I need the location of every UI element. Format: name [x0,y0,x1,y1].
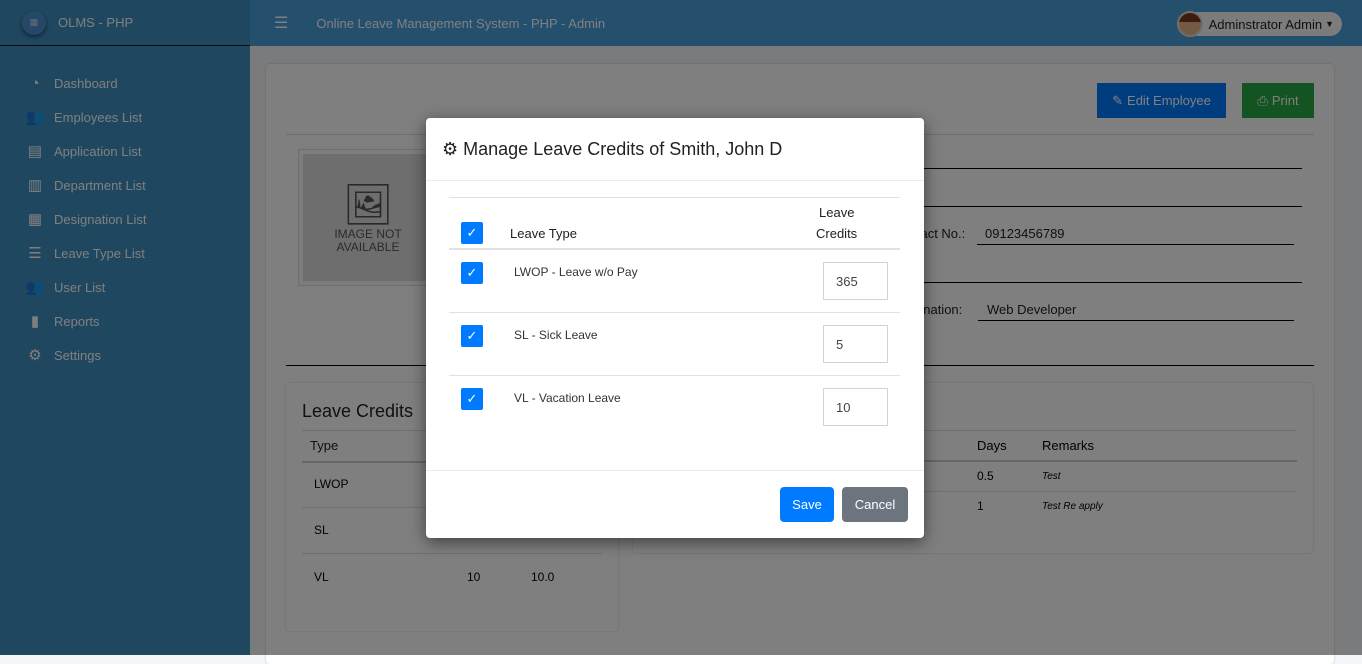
leave-type-name: VL - Vacation Leave [514,391,621,405]
cancel-button[interactable]: Cancel [842,487,908,522]
leave-type-checkbox[interactable]: ✓ [461,262,483,284]
leave-credits-input[interactable]: 10 [823,388,888,426]
column-header-leave-type: Leave Type [510,226,577,241]
save-button[interactable]: Save [780,487,834,522]
leave-type-name: SL - Sick Leave [514,328,598,342]
leave-type-checkbox[interactable]: ✓ [461,388,483,410]
manage-leave-credits-modal: ⚙ Manage Leave Credits of Smith, John D ✓… [426,118,924,538]
leave-type-checkbox[interactable]: ✓ [461,325,483,347]
column-header-credits: Leave [819,205,855,220]
gear-icon: ⚙ [442,138,459,159]
leave-type-name: LWOP - Leave w/o Pay [514,265,638,279]
leave-credits-input[interactable]: 365 [823,262,888,300]
select-all-checkbox[interactable]: ✓ [461,222,483,244]
column-header-credits: Credits [816,226,858,241]
leave-credits-input[interactable]: 5 [823,325,888,363]
modal-title: Manage Leave Credits of Smith, John D [463,138,783,159]
